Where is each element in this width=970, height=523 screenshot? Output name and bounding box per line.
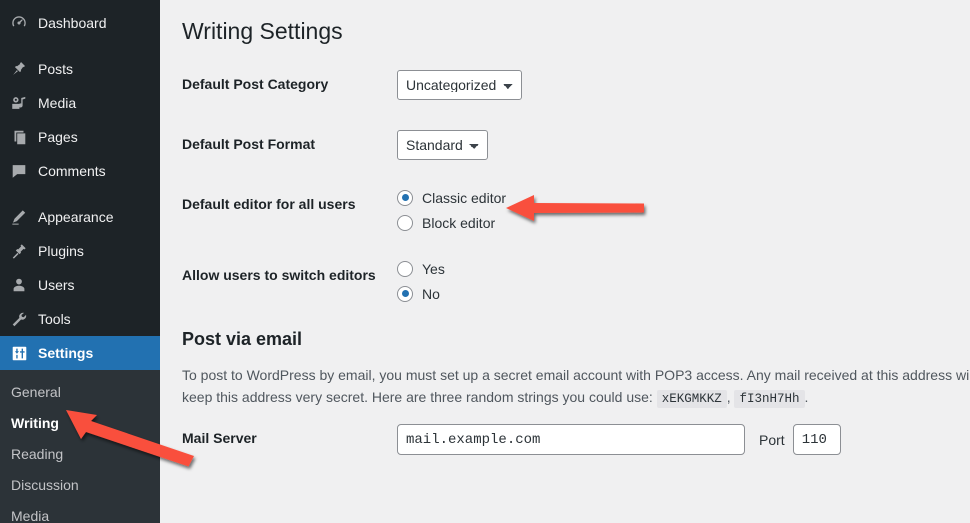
mail-server-form: Mail Server Port xyxy=(182,409,942,470)
table-row-default-post-format: Default Post Format Standard xyxy=(182,115,942,175)
sidebar-item-posts[interactable]: Posts xyxy=(0,52,160,86)
table-row-mail-server: Mail Server Port xyxy=(182,409,942,470)
post-via-email-description: To post to WordPress by email, you must … xyxy=(182,364,970,409)
sidebar-item-label: Comments xyxy=(38,163,106,179)
wp-admin-screen: Dashboard Posts Media Pages Comments App… xyxy=(0,0,970,523)
radio-label: Classic editor xyxy=(422,189,507,206)
sidebar-item-label: Plugins xyxy=(38,243,84,259)
radio-classic-editor[interactable] xyxy=(397,189,413,206)
radio-option-switch-yes[interactable]: Yes xyxy=(397,260,932,277)
random-string-2: fI3nH7Hh xyxy=(734,390,805,409)
main-content: Writing Settings Default Post Category U… xyxy=(160,0,970,523)
tools-icon xyxy=(9,309,29,329)
desc-separator: , xyxy=(726,389,731,406)
radio-label: No xyxy=(422,285,440,302)
menu-separator xyxy=(0,40,160,52)
submenu-item-writing[interactable]: Writing xyxy=(0,408,160,439)
settings-icon xyxy=(9,343,29,363)
default-post-format-select[interactable]: Standard xyxy=(397,129,488,160)
writing-settings-form: Default Post Category Uncategorized Defa… xyxy=(182,55,942,317)
sidebar-item-media[interactable]: Media xyxy=(0,86,160,120)
sidebar-item-label: Posts xyxy=(38,61,74,77)
table-row-default-editor: Default editor for all users Classic edi… xyxy=(182,175,942,246)
label-default-post-format: Default Post Format xyxy=(182,135,316,152)
desc-text: To post to WordPress by email, you must … xyxy=(182,367,970,406)
appearance-icon xyxy=(9,207,29,227)
section-title-post-via-email: Post via email xyxy=(182,328,303,349)
label-mail-server: Mail Server xyxy=(182,430,257,447)
dashboard-icon xyxy=(9,13,29,33)
submenu-item-reading[interactable]: Reading xyxy=(0,439,160,470)
sidebar-item-tools[interactable]: Tools xyxy=(0,302,160,336)
pin-icon xyxy=(9,59,29,79)
sidebar-item-label: Settings xyxy=(38,345,94,361)
comments-icon xyxy=(9,161,29,181)
active-menu-notch xyxy=(160,345,168,361)
submenu-item-general[interactable]: General xyxy=(0,377,160,408)
sidebar-item-appearance[interactable]: Appearance xyxy=(0,200,160,234)
media-icon xyxy=(9,93,29,113)
sidebar-item-label: Tools xyxy=(38,311,71,327)
table-row-default-post-category: Default Post Category Uncategorized xyxy=(182,55,942,115)
default-post-category-select[interactable]: Uncategorized xyxy=(397,69,522,100)
radio-switch-no[interactable] xyxy=(397,285,413,302)
label-port: Port xyxy=(759,431,785,448)
radio-switch-yes[interactable] xyxy=(397,260,413,277)
radio-label: Yes xyxy=(422,260,445,277)
radio-block-editor[interactable] xyxy=(397,214,413,231)
radio-option-block-editor[interactable]: Block editor xyxy=(397,214,932,231)
desc-separator: . xyxy=(804,389,809,406)
random-string-1: xEKGMKKZ xyxy=(656,390,727,409)
sidebar-item-comments[interactable]: Comments xyxy=(0,154,160,188)
page-title: Writing Settings xyxy=(182,18,343,44)
sidebar-item-label: Pages xyxy=(38,129,78,145)
submenu-item-media[interactable]: Media xyxy=(0,501,160,523)
pages-icon xyxy=(9,127,29,147)
users-icon xyxy=(9,275,29,295)
sidebar-item-label: Appearance xyxy=(38,209,114,225)
sidebar-item-label: Media xyxy=(38,95,77,111)
table-row-allow-switch-editors: Allow users to switch editors Yes No xyxy=(182,246,942,317)
plugins-icon xyxy=(9,241,29,261)
sidebar-item-plugins[interactable]: Plugins xyxy=(0,234,160,268)
radio-option-classic-editor[interactable]: Classic editor xyxy=(397,189,932,206)
radio-label: Block editor xyxy=(422,214,496,231)
sidebar-item-label: Dashboard xyxy=(38,15,107,31)
port-input[interactable] xyxy=(792,424,841,456)
label-default-editor: Default editor for all users xyxy=(182,195,356,212)
sidebar-item-pages[interactable]: Pages xyxy=(0,120,160,154)
admin-sidebar: Dashboard Posts Media Pages Comments App… xyxy=(0,0,168,523)
sidebar-item-users[interactable]: Users xyxy=(0,268,160,302)
sidebar-item-dashboard[interactable]: Dashboard xyxy=(0,6,160,40)
label-allow-switch-editors: Allow users to switch editors xyxy=(182,266,376,283)
submenu-item-discussion[interactable]: Discussion xyxy=(0,470,160,501)
sidebar-item-label: Users xyxy=(38,277,75,293)
mail-server-input[interactable] xyxy=(397,424,745,456)
settings-submenu: General Writing Reading Discussion Media xyxy=(0,370,160,523)
menu-separator xyxy=(0,188,160,200)
sidebar-item-settings[interactable]: Settings xyxy=(0,336,168,370)
label-default-post-category: Default Post Category xyxy=(182,75,329,92)
radio-option-switch-no[interactable]: No xyxy=(397,285,932,302)
mail-server-fields: Port xyxy=(397,424,932,456)
